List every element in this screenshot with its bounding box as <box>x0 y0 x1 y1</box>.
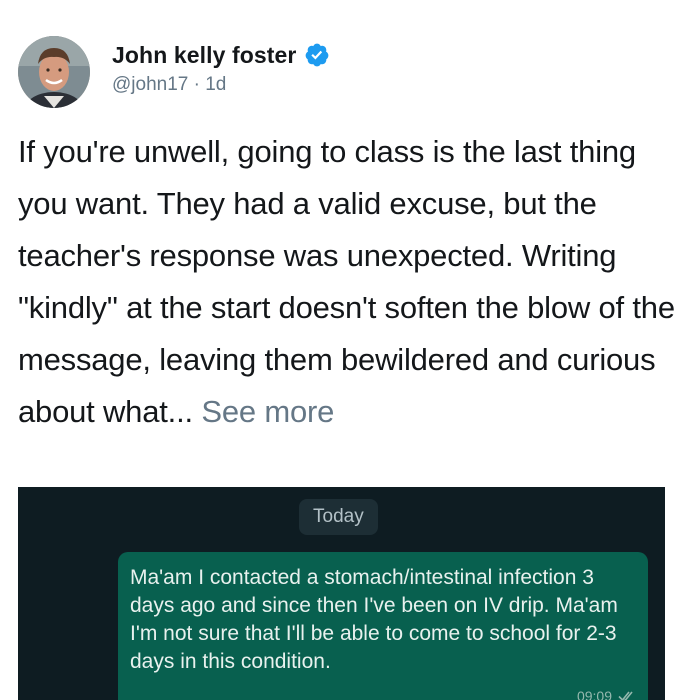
see-more-link[interactable]: See more <box>201 394 334 429</box>
name-row: John kelly foster <box>112 40 330 70</box>
tweet-text: If you're unwell, going to class is the … <box>18 134 675 429</box>
message-time: 09:09 <box>576 688 612 700</box>
display-name[interactable]: John kelly foster <box>112 42 296 69</box>
avatar-photo-icon <box>18 36 90 108</box>
handle-row: @john17 · 1d <box>112 74 330 96</box>
double-check-icon <box>618 691 633 700</box>
tweet-body: If you're unwell, going to class is the … <box>18 126 693 438</box>
attached-chat-screenshot[interactable]: Today Ma'am I contacted a stomach/intest… <box>18 487 665 700</box>
user-meta: John kelly foster @john17 · 1d <box>112 36 330 96</box>
separator: · <box>193 74 200 95</box>
verified-badge-icon <box>306 43 329 67</box>
handle[interactable]: @john17 <box>112 74 188 95</box>
message-bubble: Ma'am I contacted a stomach/intestinal i… <box>118 552 648 700</box>
message-text: Ma'am I contacted a stomach/intestinal i… <box>130 566 618 673</box>
date-chip: Today <box>299 499 378 535</box>
avatar[interactable] <box>18 36 90 108</box>
timestamp[interactable]: 1d <box>205 74 226 95</box>
message-meta: 09:09 <box>577 682 636 700</box>
tweet-header: John kelly foster @john17 · 1d <box>18 36 330 112</box>
